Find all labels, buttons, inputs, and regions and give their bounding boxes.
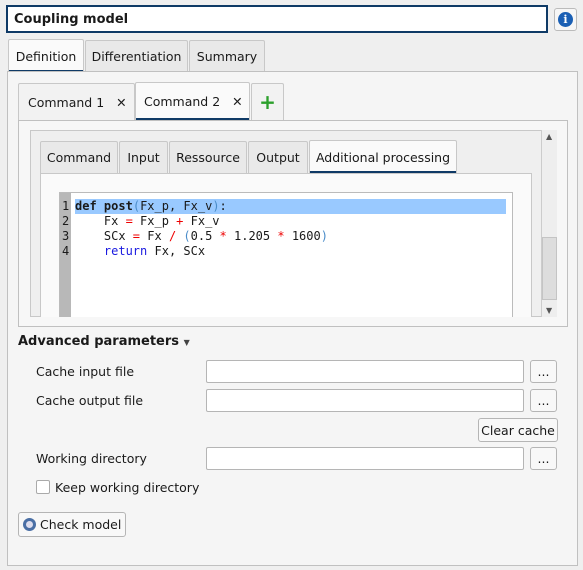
cache-output-field[interactable] <box>206 389 524 412</box>
code-token: 1600 <box>284 229 321 243</box>
tab-label: Definition <box>15 48 77 64</box>
tab-summary[interactable]: Summary <box>189 40 265 71</box>
browse-working-directory-button[interactable]: ... <box>530 447 557 470</box>
tab-ressource[interactable]: Ressource <box>169 141 247 173</box>
tab-label: Additional processing <box>315 149 451 165</box>
code-token: ( <box>183 229 191 243</box>
button-label: Check model <box>40 517 122 532</box>
model-name-field[interactable]: Coupling model <box>6 5 548 33</box>
tab-label: Command 1 <box>28 94 105 110</box>
code-token: 1.205 <box>226 229 278 243</box>
info-icon: i <box>558 12 573 27</box>
cache-input-label: Cache input file <box>36 364 135 379</box>
vertical-scrollbar[interactable]: ▲ ▼ <box>541 130 557 317</box>
browse-cache-input-button[interactable]: ... <box>530 360 557 383</box>
code-token: Fx <box>75 214 126 228</box>
add-command-button[interactable]: + <box>251 83 284 120</box>
caret-down-icon: ▼ <box>183 338 190 347</box>
code-token: SCx <box>75 229 133 243</box>
code-token: ( <box>132 199 141 213</box>
tab-label: Input <box>127 150 160 165</box>
code-token: return <box>103 244 148 258</box>
code-token: Fx_v <box>183 214 220 228</box>
keep-working-directory-checkbox[interactable] <box>36 480 50 494</box>
line-number: 2 <box>62 214 70 228</box>
cache-input-field[interactable] <box>206 360 524 383</box>
tab-label: Command <box>46 150 112 165</box>
tab-input[interactable]: Input <box>119 141 168 173</box>
code-token: = <box>132 229 141 243</box>
code-text: def post(Fx_p, Fx_v): Fx = Fx_p + Fx_v S… <box>75 199 328 259</box>
code-line: return Fx, SCx <box>75 244 328 259</box>
tab-label: Differentiation <box>91 48 182 64</box>
scrollbar-handle[interactable] <box>542 237 557 300</box>
cache-output-label: Cache output file <box>36 393 144 408</box>
tab-label: Output <box>256 150 300 165</box>
info-button[interactable]: i <box>554 8 577 31</box>
tab-label: Command 2 <box>144 94 221 109</box>
code-token: 0.5 <box>190 229 220 243</box>
tab-label: Ressource <box>176 150 240 165</box>
code-token: : <box>219 199 227 213</box>
tab-differentiation[interactable]: Differentiation <box>85 40 188 71</box>
working-directory-field[interactable] <box>206 447 524 470</box>
tab-definition[interactable]: Definition <box>8 39 84 72</box>
tab-command[interactable]: Command <box>40 141 118 173</box>
line-number: 3 <box>62 229 70 243</box>
code-token: * <box>277 229 285 243</box>
code-line: def post(Fx_p, Fx_v): <box>75 199 328 214</box>
working-directory-label: Working directory <box>36 451 147 466</box>
code-line: SCx = Fx / (0.5 * 1.205 * 1600) <box>75 229 328 244</box>
line-numbers: 1234 <box>62 199 69 259</box>
scroll-down-icon[interactable]: ▼ <box>546 306 552 315</box>
line-number: 1 <box>62 199 70 213</box>
plus-icon: + <box>259 90 276 114</box>
code-editor[interactable]: 1234 def post(Fx_p, Fx_v): Fx = Fx_p + F… <box>59 192 513 317</box>
line-number: 4 <box>62 244 70 258</box>
tab-label: Summary <box>196 48 258 64</box>
scroll-up-icon[interactable]: ▲ <box>546 132 552 141</box>
clear-cache-button[interactable]: Clear cache <box>478 418 558 442</box>
code-token: Fx, SCx <box>147 244 206 258</box>
code-token: ) <box>212 199 220 213</box>
code-token: post <box>103 199 133 213</box>
close-icon[interactable]: ✕ <box>232 94 242 109</box>
tab-additional-processing[interactable]: Additional processing <box>309 140 457 173</box>
code-token: Fx <box>140 229 169 243</box>
code-token: = <box>125 214 133 228</box>
tab-command-2[interactable]: Command 2 ✕ <box>135 82 250 120</box>
section-label: Advanced parameters <box>18 334 180 349</box>
browse-cache-output-button[interactable]: ... <box>530 389 557 412</box>
keep-working-directory-label: Keep working directory <box>55 480 200 495</box>
code-token: Fx_p, Fx_v <box>140 199 213 213</box>
tab-command-1[interactable]: Command 1 ✕ <box>18 83 135 120</box>
advanced-parameters-toggle[interactable]: Advanced parameters ▼ <box>18 334 190 349</box>
check-model-button[interactable]: Check model <box>18 512 126 537</box>
gear-icon <box>23 518 36 531</box>
close-icon[interactable]: ✕ <box>116 95 126 110</box>
tab-output[interactable]: Output <box>248 141 308 173</box>
code-token: def <box>75 199 97 213</box>
code-line: Fx = Fx_p + Fx_v <box>75 214 328 229</box>
code-token: * <box>219 229 227 243</box>
code-token: Fx_p <box>132 214 177 228</box>
code-token: ) <box>320 229 328 243</box>
